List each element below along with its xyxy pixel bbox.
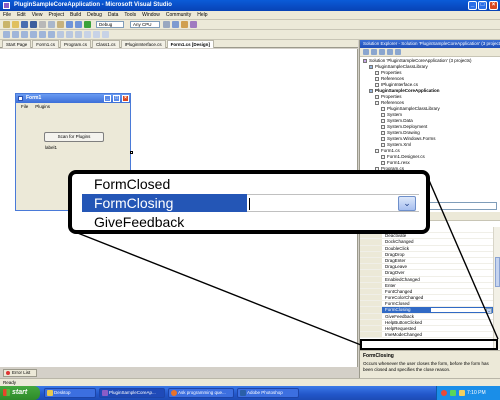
callout-body: FormClosed FormClosing ⌄ GiveFeedback [72, 174, 426, 230]
status-text: Ready [3, 380, 17, 385]
photoshop-icon [240, 390, 246, 396]
taskbar-item-label: PluginSampleCoreAp... [109, 390, 156, 395]
taskbar-item-label: Desktop [54, 390, 71, 395]
status-bar: Ready [0, 378, 500, 386]
taskbar: start Desktop PluginSampleCoreAp... Ask … [0, 386, 500, 400]
start-button[interactable]: start [0, 386, 40, 400]
callout-selected-event: FormClosing [94, 195, 174, 211]
taskbar-item-label: Ask programming que... [178, 390, 226, 395]
tray-volume-icon[interactable] [459, 390, 465, 396]
visual-studio-icon [102, 390, 108, 396]
tray-network-icon[interactable] [450, 390, 456, 396]
firefox-icon [171, 390, 177, 396]
taskbar-item-browser[interactable]: Ask programming que... [168, 388, 234, 398]
taskbar-item-label: Adobe Photoshop [247, 390, 283, 395]
clock[interactable]: 7:10 PM [467, 390, 486, 396]
windows-flag-icon [3, 389, 10, 396]
callout-event-below: GiveFeedback [94, 214, 185, 230]
taskbar-item-photoshop[interactable]: Adobe Photoshop [237, 388, 299, 398]
zoom-callout: FormClosed FormClosing ⌄ GiveFeedback [68, 170, 430, 234]
system-tray: 7:10 PM [436, 386, 500, 400]
tray-alert-icon[interactable] [441, 390, 447, 396]
chevron-down-icon[interactable]: ⌄ [398, 196, 416, 211]
folder-icon [47, 390, 53, 396]
start-label: start [12, 389, 28, 396]
callout-event-above: FormClosed [94, 176, 171, 192]
taskbar-item-desktop[interactable]: Desktop [44, 388, 96, 398]
taskbar-item-visual-studio[interactable]: PluginSampleCoreAp... [99, 388, 165, 398]
callout-event-value-field[interactable]: ⌄ [247, 194, 419, 212]
text-cursor [249, 198, 250, 210]
